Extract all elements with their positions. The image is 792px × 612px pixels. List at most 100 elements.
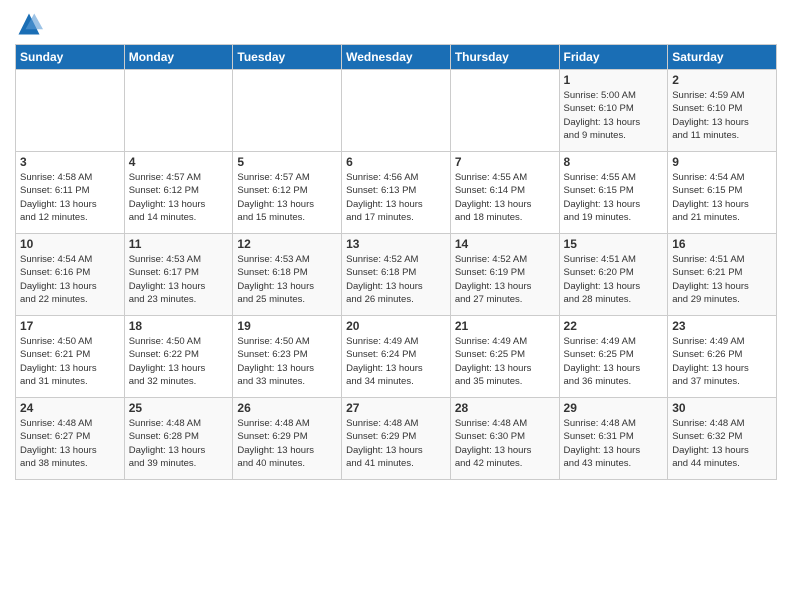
day-number: 24 <box>20 401 120 415</box>
day-info: Sunrise: 4:51 AM Sunset: 6:21 PM Dayligh… <box>672 253 772 306</box>
calendar-cell: 2Sunrise: 4:59 AM Sunset: 6:10 PM Daylig… <box>668 70 777 152</box>
day-number: 4 <box>129 155 229 169</box>
day-info: Sunrise: 4:57 AM Sunset: 6:12 PM Dayligh… <box>129 171 229 224</box>
calendar-cell: 19 Sunrise: 4:50 AM Sunset: 6:23 PM Dayli… <box>233 316 342 398</box>
day-number: 23 <box>672 319 772 333</box>
day-header-thursday: Thursday <box>450 45 559 70</box>
day-number: 27 <box>346 401 446 415</box>
day-header-tuesday: Tuesday <box>233 45 342 70</box>
calendar-cell <box>342 70 451 152</box>
day-info: Sunrise: 4:49 AM Sunset: 6:25 PM Dayligh… <box>564 335 664 388</box>
day-info: Sunrise: 4:54 AM Sunset: 6:16 PM Dayligh… <box>20 253 120 306</box>
day-number: 7 <box>455 155 555 169</box>
day-number: 18 <box>129 319 229 333</box>
week-row-5: 24 Sunrise: 4:48 AM Sunset: 6:27 PM Dayli… <box>16 398 777 480</box>
day-number: 26 <box>237 401 337 415</box>
calendar-cell: 11Sunrise: 4:53 AM Sunset: 6:17 PM Dayli… <box>124 234 233 316</box>
day-info: Sunrise: 4:50 AM Sunset: 6:23 PM Dayligh… <box>237 335 337 388</box>
calendar-cell: 16 Sunrise: 4:51 AM Sunset: 6:21 PM Dayli… <box>668 234 777 316</box>
day-number: 9 <box>672 155 772 169</box>
day-number: 16 <box>672 237 772 251</box>
week-row-2: 3 Sunrise: 4:58 AM Sunset: 6:11 PM Daylig… <box>16 152 777 234</box>
day-number: 29 <box>564 401 664 415</box>
calendar-cell: 5 Sunrise: 4:57 AM Sunset: 6:12 PM Daylig… <box>233 152 342 234</box>
week-row-4: 17 Sunrise: 4:50 AM Sunset: 6:21 PM Dayli… <box>16 316 777 398</box>
day-header-saturday: Saturday <box>668 45 777 70</box>
day-info: Sunrise: 4:53 AM Sunset: 6:18 PM Dayligh… <box>237 253 337 306</box>
day-header-wednesday: Wednesday <box>342 45 451 70</box>
day-number: 17 <box>20 319 120 333</box>
day-info: Sunrise: 4:53 AM Sunset: 6:17 PM Dayligh… <box>129 253 229 306</box>
calendar-cell: 12 Sunrise: 4:53 AM Sunset: 6:18 PM Dayli… <box>233 234 342 316</box>
day-info: Sunrise: 4:59 AM Sunset: 6:10 PM Dayligh… <box>672 89 772 142</box>
day-number: 19 <box>237 319 337 333</box>
calendar-table: SundayMondayTuesdayWednesdayThursdayFrid… <box>15 44 777 480</box>
calendar-cell: 20Sunrise: 4:49 AM Sunset: 6:24 PM Dayli… <box>342 316 451 398</box>
day-number: 8 <box>564 155 664 169</box>
day-info: Sunrise: 4:52 AM Sunset: 6:18 PM Dayligh… <box>346 253 446 306</box>
day-info: Sunrise: 4:48 AM Sunset: 6:32 PM Dayligh… <box>672 417 772 470</box>
day-info: Sunrise: 4:49 AM Sunset: 6:25 PM Dayligh… <box>455 335 555 388</box>
day-info: Sunrise: 4:54 AM Sunset: 6:15 PM Dayligh… <box>672 171 772 224</box>
calendar-cell: 15 Sunrise: 4:51 AM Sunset: 6:20 PM Dayli… <box>559 234 668 316</box>
calendar-cell: 18 Sunrise: 4:50 AM Sunset: 6:22 PM Dayli… <box>124 316 233 398</box>
day-info: Sunrise: 4:49 AM Sunset: 6:26 PM Dayligh… <box>672 335 772 388</box>
day-number: 30 <box>672 401 772 415</box>
day-info: Sunrise: 4:48 AM Sunset: 6:27 PM Dayligh… <box>20 417 120 470</box>
day-info: Sunrise: 4:51 AM Sunset: 6:20 PM Dayligh… <box>564 253 664 306</box>
calendar-cell: 1Sunrise: 5:00 AM Sunset: 6:10 PM Daylig… <box>559 70 668 152</box>
day-info: Sunrise: 4:49 AM Sunset: 6:24 PM Dayligh… <box>346 335 446 388</box>
calendar-cell: 22 Sunrise: 4:49 AM Sunset: 6:25 PM Dayli… <box>559 316 668 398</box>
day-info: Sunrise: 4:50 AM Sunset: 6:21 PM Dayligh… <box>20 335 120 388</box>
calendar-cell <box>124 70 233 152</box>
calendar-cell <box>233 70 342 152</box>
header <box>15 10 777 38</box>
calendar-cell: 8 Sunrise: 4:55 AM Sunset: 6:15 PM Daylig… <box>559 152 668 234</box>
day-info: Sunrise: 4:48 AM Sunset: 6:29 PM Dayligh… <box>346 417 446 470</box>
day-info: Sunrise: 4:55 AM Sunset: 6:15 PM Dayligh… <box>564 171 664 224</box>
day-info: Sunrise: 4:58 AM Sunset: 6:11 PM Dayligh… <box>20 171 120 224</box>
day-number: 22 <box>564 319 664 333</box>
day-info: Sunrise: 4:57 AM Sunset: 6:12 PM Dayligh… <box>237 171 337 224</box>
day-number: 5 <box>237 155 337 169</box>
day-info: Sunrise: 4:55 AM Sunset: 6:14 PM Dayligh… <box>455 171 555 224</box>
day-number: 15 <box>564 237 664 251</box>
day-info: Sunrise: 4:48 AM Sunset: 6:31 PM Dayligh… <box>564 417 664 470</box>
day-info: Sunrise: 4:48 AM Sunset: 6:29 PM Dayligh… <box>237 417 337 470</box>
calendar-cell: 6 Sunrise: 4:56 AM Sunset: 6:13 PM Daylig… <box>342 152 451 234</box>
header-row: SundayMondayTuesdayWednesdayThursdayFrid… <box>16 45 777 70</box>
day-number: 1 <box>564 73 664 87</box>
day-number: 13 <box>346 237 446 251</box>
calendar-cell: 25 Sunrise: 4:48 AM Sunset: 6:28 PM Dayli… <box>124 398 233 480</box>
logo <box>15 10 47 38</box>
calendar-cell: 28Sunrise: 4:48 AM Sunset: 6:30 PM Dayli… <box>450 398 559 480</box>
calendar-cell: 23 Sunrise: 4:49 AM Sunset: 6:26 PM Dayli… <box>668 316 777 398</box>
calendar-cell: 21 Sunrise: 4:49 AM Sunset: 6:25 PM Dayli… <box>450 316 559 398</box>
calendar-cell <box>450 70 559 152</box>
calendar-cell <box>16 70 125 152</box>
day-number: 28 <box>455 401 555 415</box>
page-container: SundayMondayTuesdayWednesdayThursdayFrid… <box>0 0 792 490</box>
calendar-cell: 7 Sunrise: 4:55 AM Sunset: 6:14 PM Daylig… <box>450 152 559 234</box>
day-number: 6 <box>346 155 446 169</box>
day-number: 21 <box>455 319 555 333</box>
calendar-cell: 3 Sunrise: 4:58 AM Sunset: 6:11 PM Daylig… <box>16 152 125 234</box>
calendar-cell: 17 Sunrise: 4:50 AM Sunset: 6:21 PM Dayli… <box>16 316 125 398</box>
week-row-1: 1Sunrise: 5:00 AM Sunset: 6:10 PM Daylig… <box>16 70 777 152</box>
day-number: 12 <box>237 237 337 251</box>
day-info: Sunrise: 4:50 AM Sunset: 6:22 PM Dayligh… <box>129 335 229 388</box>
calendar-cell: 26 Sunrise: 4:48 AM Sunset: 6:29 PM Dayli… <box>233 398 342 480</box>
day-info: Sunrise: 4:52 AM Sunset: 6:19 PM Dayligh… <box>455 253 555 306</box>
calendar-cell: 4 Sunrise: 4:57 AM Sunset: 6:12 PM Daylig… <box>124 152 233 234</box>
calendar-cell: 10Sunrise: 4:54 AM Sunset: 6:16 PM Dayli… <box>16 234 125 316</box>
week-row-3: 10Sunrise: 4:54 AM Sunset: 6:16 PM Dayli… <box>16 234 777 316</box>
calendar-cell: 13 Sunrise: 4:52 AM Sunset: 6:18 PM Dayli… <box>342 234 451 316</box>
calendar-cell: 14 Sunrise: 4:52 AM Sunset: 6:19 PM Dayli… <box>450 234 559 316</box>
day-number: 25 <box>129 401 229 415</box>
day-info: Sunrise: 4:48 AM Sunset: 6:28 PM Dayligh… <box>129 417 229 470</box>
day-header-sunday: Sunday <box>16 45 125 70</box>
day-number: 14 <box>455 237 555 251</box>
day-number: 3 <box>20 155 120 169</box>
day-info: Sunrise: 4:56 AM Sunset: 6:13 PM Dayligh… <box>346 171 446 224</box>
calendar-cell: 27 Sunrise: 4:48 AM Sunset: 6:29 PM Dayli… <box>342 398 451 480</box>
